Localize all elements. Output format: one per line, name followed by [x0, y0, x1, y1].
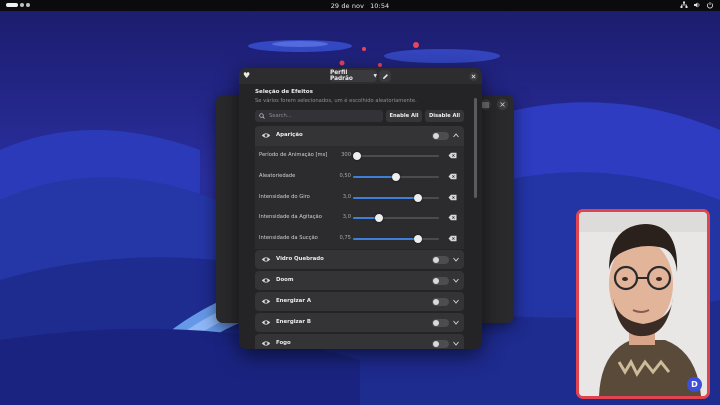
param-row: Aleatoriedade 0,50	[255, 167, 464, 187]
chevron-down-icon[interactable]	[453, 299, 459, 304]
chevron-down-icon[interactable]	[453, 320, 459, 325]
search-field[interactable]	[255, 110, 383, 122]
eye-icon[interactable]	[261, 318, 271, 327]
slider-handle[interactable]	[413, 235, 422, 243]
scrollbar[interactable]	[474, 98, 477, 198]
effect-row-expanded[interactable]: Aparição	[255, 126, 464, 146]
effect-toggle[interactable]	[432, 277, 449, 285]
heart-icon[interactable]: ♥	[243, 71, 250, 80]
pencil-icon	[382, 73, 388, 79]
effects-dialog: ♥ Perfil Padrão ▼ Seleção de Efeitos Se …	[239, 68, 482, 349]
dialog-header: ♥ Perfil Padrão ▼	[239, 68, 482, 84]
network-icon	[680, 1, 688, 8]
activities-indicator[interactable]	[6, 3, 30, 7]
chevron-down-icon[interactable]	[453, 257, 459, 262]
search-input[interactable]	[269, 113, 379, 119]
reset-icon[interactable]	[448, 173, 457, 180]
param-value: 0,50	[339, 173, 351, 179]
slider-handle[interactable]	[392, 173, 400, 181]
effect-toggle[interactable]	[432, 319, 449, 327]
slider-fill	[353, 238, 418, 240]
effect-toggle[interactable]	[432, 340, 449, 348]
param-slider[interactable]	[353, 235, 439, 243]
eye-icon[interactable]	[261, 297, 271, 306]
search-icon	[259, 113, 265, 119]
param-slider[interactable]	[353, 214, 439, 222]
param-value: 3,0	[342, 194, 351, 200]
param-label: Período de Animação [ms]	[259, 152, 328, 158]
effect-name: Energizar A	[276, 298, 312, 304]
clock-time: 10:54	[370, 1, 390, 10]
effect-toggle[interactable]	[432, 298, 449, 306]
top-bar: 29 de nov 10:54	[0, 0, 720, 11]
param-row: Intensidade do Giro 3,0	[255, 188, 464, 208]
presenter-video	[579, 212, 707, 396]
close-button[interactable]	[469, 72, 478, 81]
close-icon[interactable]	[497, 99, 508, 110]
effect-row[interactable]: Fogo	[255, 334, 464, 349]
param-row: Intensidade da Agitação 3,0	[255, 208, 464, 228]
clock-date: 29 de nov	[330, 1, 365, 10]
eye-icon[interactable]	[261, 131, 271, 140]
chevron-down-icon[interactable]	[453, 341, 459, 346]
enable-all-button[interactable]: Enable All	[386, 110, 422, 122]
effect-toggle[interactable]	[432, 256, 449, 264]
effect-row[interactable]: Energizar B	[255, 313, 464, 332]
param-label: Intensidade da Sucção	[259, 235, 318, 241]
disable-all-button[interactable]: Disable All	[425, 110, 464, 122]
profile-label: Perfil Padrão	[330, 70, 353, 82]
reset-icon[interactable]	[448, 214, 457, 221]
reset-icon[interactable]	[448, 235, 457, 242]
effect-row[interactable]: Doom	[255, 271, 464, 290]
power-icon	[707, 2, 713, 9]
param-slider[interactable]	[353, 194, 439, 202]
eye-icon[interactable]	[261, 255, 271, 264]
effect-toggle[interactable]	[432, 132, 449, 140]
param-row: Período de Animação [ms] 300	[255, 146, 464, 166]
slider-handle[interactable]	[374, 214, 383, 222]
reset-icon[interactable]	[448, 152, 457, 159]
chevron-down-icon[interactable]	[453, 278, 459, 283]
system-tray[interactable]	[680, 1, 714, 9]
section-title: Seleção de Efeitos	[255, 89, 313, 95]
slider-fill	[353, 176, 396, 178]
clock[interactable]: 29 de nov 10:54	[331, 2, 390, 10]
webcam-overlay: D	[576, 209, 710, 399]
edit-profile-button[interactable]	[379, 70, 391, 82]
param-slider[interactable]	[353, 173, 439, 181]
chevron-up-icon[interactable]	[453, 133, 459, 138]
profile-selector-button[interactable]: Perfil Padrão ▼	[330, 70, 377, 82]
effect-name: Vidro Quebrado	[276, 256, 324, 262]
caret-down-icon: ▼	[373, 73, 377, 79]
effect-name: Fogo	[276, 340, 291, 346]
param-label: Intensidade da Agitação	[259, 214, 322, 220]
param-label: Intensidade do Giro	[259, 194, 310, 200]
effect-name: Energizar B	[276, 319, 311, 325]
channel-logo-icon: D	[687, 377, 702, 392]
slider-handle[interactable]	[353, 152, 362, 160]
effect-row[interactable]: Energizar A	[255, 292, 464, 311]
section-subtitle: Se vários forem selecionados, um é escol…	[255, 98, 417, 104]
effect-name: Doom	[276, 277, 294, 283]
effect-row[interactable]: Vidro Quebrado	[255, 250, 464, 269]
close-icon	[471, 74, 476, 79]
background-window-controls	[480, 99, 508, 110]
slider-handle[interactable]	[413, 194, 422, 202]
volume-icon	[694, 2, 700, 8]
eye-icon[interactable]	[261, 339, 271, 348]
effect-settings: Período de Animação [ms] 300 Aleatorieda…	[255, 146, 464, 249]
reset-icon[interactable]	[448, 194, 457, 201]
param-value: 300	[341, 152, 351, 158]
param-value: 3,0	[342, 214, 351, 220]
slider-fill	[353, 197, 418, 199]
param-label: Aleatoriedade	[259, 173, 296, 179]
effect-name: Aparição	[276, 132, 303, 138]
param-row: Intensidade da Sucção 0,75	[255, 229, 464, 249]
param-value: 0,75	[339, 235, 351, 241]
param-slider[interactable]	[353, 152, 439, 160]
eye-icon[interactable]	[261, 276, 271, 285]
